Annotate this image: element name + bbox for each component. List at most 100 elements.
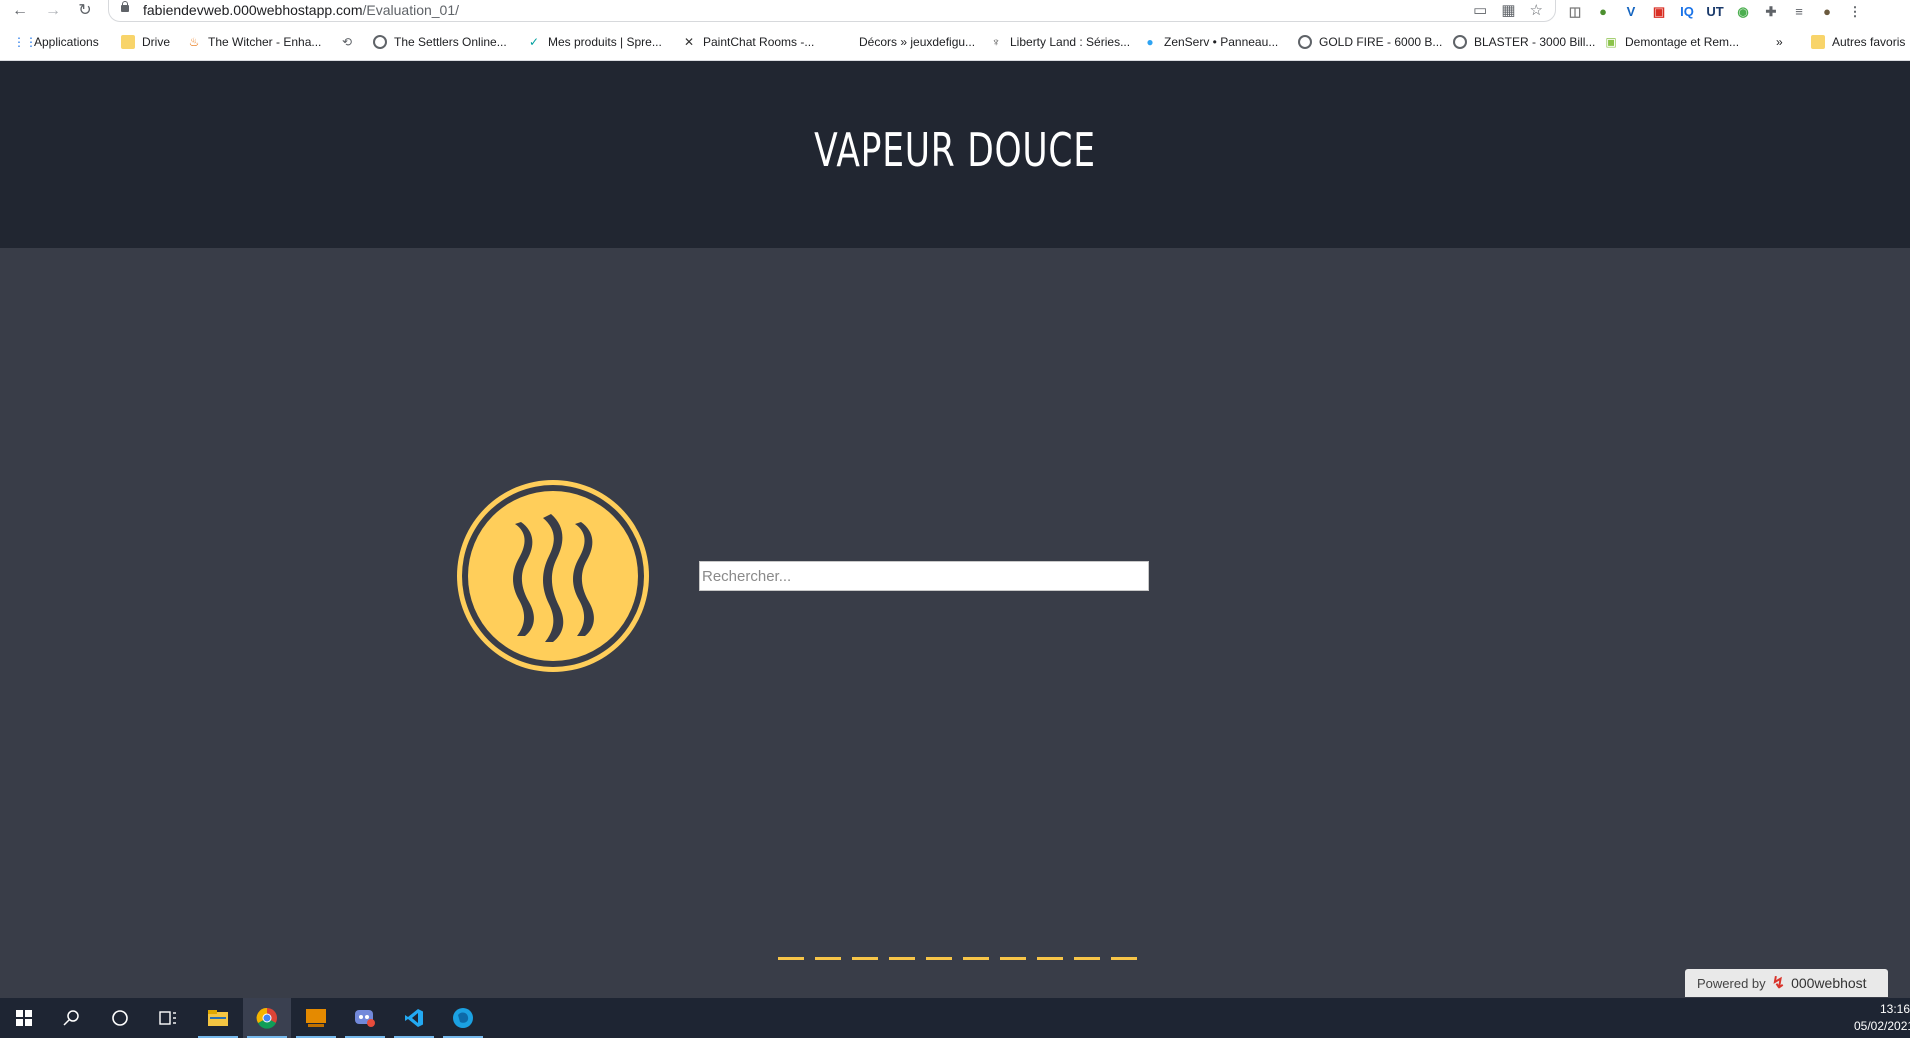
address-bar[interactable]: fabiendevweb.000webhostapp.com/Evaluatio…: [108, 0, 1556, 22]
extensions-puzzle-icon[interactable]: ✚: [1762, 3, 1780, 21]
site-header: VAPEUR DOUCE: [0, 61, 1910, 248]
ext-ut-icon[interactable]: UT: [1706, 3, 1724, 21]
bookmark-item[interactable]: Drive: [121, 33, 170, 51]
bookmark-label: Mes produits | Spre...: [548, 35, 662, 49]
lock-icon[interactable]: [121, 1, 129, 12]
bookmark-label: Liberty Land : Séries...: [1010, 35, 1131, 49]
folder-icon: [1811, 35, 1825, 49]
dash-segment: [889, 957, 915, 960]
task-view-icon[interactable]: [144, 998, 192, 1038]
browser-toolbar: ← → ↻ fabiendevweb.000webhostapp.com/Eva…: [0, 0, 1910, 23]
bookmark-item[interactable]: »: [1776, 33, 1783, 51]
vscode-icon[interactable]: [390, 998, 438, 1038]
search-input[interactable]: [699, 561, 1149, 591]
powered-by-brand: 000webhost: [1791, 975, 1867, 991]
dash-segment: [1111, 957, 1137, 960]
bookmark-item[interactable]: The Settlers Online...: [373, 33, 507, 51]
cortana-icon[interactable]: [96, 998, 144, 1038]
cast-icon[interactable]: ▭: [1473, 1, 1487, 19]
bookmark-label: Applications: [34, 35, 99, 49]
chat-icon: ▣: [1605, 35, 1617, 49]
bookmark-item[interactable]: ⋮⋮ Applications: [13, 33, 99, 51]
bookmark-label: »: [1776, 35, 1783, 49]
site-title: VAPEUR DOUCE: [814, 123, 1096, 177]
url-host: fabiendevweb.000webhostapp.com: [143, 2, 363, 18]
bookmark-item[interactable]: GOLD FIRE - 6000 B...: [1298, 33, 1442, 51]
discord-icon[interactable]: [341, 998, 389, 1038]
powered-by-label: Powered by: [1697, 975, 1766, 991]
ext-circle-icon[interactable]: ◉: [1734, 3, 1752, 21]
bookmark-label: ZenServ • Panneau...: [1164, 35, 1279, 49]
bird-icon: ✕: [683, 35, 695, 49]
bookmark-label: Demontage et Rem...: [1625, 35, 1740, 49]
system-clock[interactable]: 13:16 05/02/2021: [1854, 1001, 1910, 1035]
clock-date: 05/02/2021: [1854, 1019, 1910, 1033]
globe-icon: [1453, 35, 1467, 49]
folder-icon: [121, 35, 135, 49]
bookmarks-bar: ⋮⋮ Applications Drive ♨ The Witcher - Enha..…: [0, 23, 1910, 61]
bookmark-label: Drive: [142, 35, 171, 49]
file-explorer-icon[interactable]: [194, 998, 242, 1038]
taskbar: 13:16 05/02/2021: [0, 998, 1910, 1038]
dash-segment: [1074, 957, 1100, 960]
bookmark-label: Décors » jeuxdefigu...: [859, 35, 976, 49]
dash-segment: [1037, 957, 1063, 960]
dash-segment: [815, 957, 841, 960]
bookmark-label: PaintChat Rooms -...: [703, 35, 815, 49]
menu-dots-icon[interactable]: ⋮: [1846, 3, 1864, 21]
powered-by-badge[interactable]: Powered by ↯ 000webhost: [1685, 969, 1888, 997]
webhost-logo-icon: ↯: [1771, 975, 1786, 992]
url-path: /Evaluation_01/: [362, 2, 460, 18]
reload-icon[interactable]: ↻: [74, 1, 96, 21]
chrome-icon[interactable]: [243, 998, 291, 1038]
dash-segment: [1000, 957, 1026, 960]
dash-segment: [963, 957, 989, 960]
dash-segment: [778, 957, 804, 960]
bookmark-item[interactable]: Autres favoris: [1811, 33, 1905, 51]
bookmark-item[interactable]: Décors » jeuxdefigu...: [859, 33, 975, 51]
ext-grey-icon[interactable]: ◫: [1566, 3, 1584, 21]
globe-icon: [1298, 35, 1312, 49]
bookmark-label: Autres favoris: [1832, 35, 1906, 49]
bookmark-item[interactable]: ▣ Demontage et Rem...: [1604, 33, 1739, 51]
back-icon[interactable]: ←: [9, 1, 31, 21]
bookmark-item[interactable]: ♨ The Witcher - Enha...: [187, 33, 322, 51]
dash-divider: [778, 957, 1137, 960]
dash-segment: [852, 957, 878, 960]
apps-grid-icon: ⋮⋮: [13, 35, 37, 49]
app-orange-icon[interactable]: [292, 998, 340, 1038]
bookmark-item[interactable]: ♆ Liberty Land : Séries...: [989, 33, 1131, 51]
bookmark-item[interactable]: ● ZenServ • Panneau...: [1143, 33, 1278, 51]
reading-list-icon[interactable]: ≡: [1790, 3, 1808, 21]
extensions-area: ◫ ● V ▣ IQ UT ◉ ✚ ≡ ● ⋮: [1566, 1, 1864, 22]
clock-time: 13:16: [1879, 1002, 1910, 1016]
ext-red-icon[interactable]: ▣: [1650, 3, 1668, 21]
globe-icon: [373, 35, 387, 49]
steam-logo-icon: [457, 480, 649, 672]
bookmark-label: The Settlers Online...: [394, 35, 507, 49]
bookmark-item[interactable]: BLASTER - 3000 Bill...: [1453, 33, 1595, 51]
ext-iq-icon[interactable]: IQ: [1678, 3, 1696, 21]
forward-icon[interactable]: →: [42, 1, 64, 21]
search-icon[interactable]: [48, 998, 96, 1038]
spreadshirt-icon: ✓: [528, 35, 540, 49]
ext-v-icon[interactable]: V: [1622, 3, 1640, 21]
bookmark-item[interactable]: ✕ PaintChat Rooms -...: [682, 33, 814, 51]
ext-globe-icon[interactable]: ●: [1594, 3, 1612, 21]
bookmark-icon: ⟲: [341, 35, 353, 49]
bookmark-item[interactable]: ✓ Mes produits | Spre...: [527, 33, 662, 51]
profile-avatar-icon[interactable]: ●: [1818, 3, 1836, 21]
app-blue-icon[interactable]: [439, 998, 487, 1038]
bookmark-label: GOLD FIRE - 6000 B...: [1319, 35, 1443, 49]
bookmark-label: BLASTER - 3000 Bill...: [1474, 35, 1596, 49]
windows-start-icon[interactable]: [0, 998, 48, 1038]
liberty-icon: ♆: [991, 35, 1001, 49]
star-icon[interactable]: ☆: [1530, 1, 1543, 19]
dash-segment: [926, 957, 952, 960]
qr-icon[interactable]: ▦: [1501, 1, 1515, 19]
witcher-icon: ♨: [188, 35, 200, 49]
zenserv-icon: ●: [1146, 35, 1154, 49]
url-text[interactable]: fabiendevweb.000webhostapp.com/Evaluatio…: [143, 2, 459, 18]
bookmark-label: The Witcher - Enha...: [208, 35, 322, 49]
bookmark-item[interactable]: ⟲: [340, 33, 354, 51]
